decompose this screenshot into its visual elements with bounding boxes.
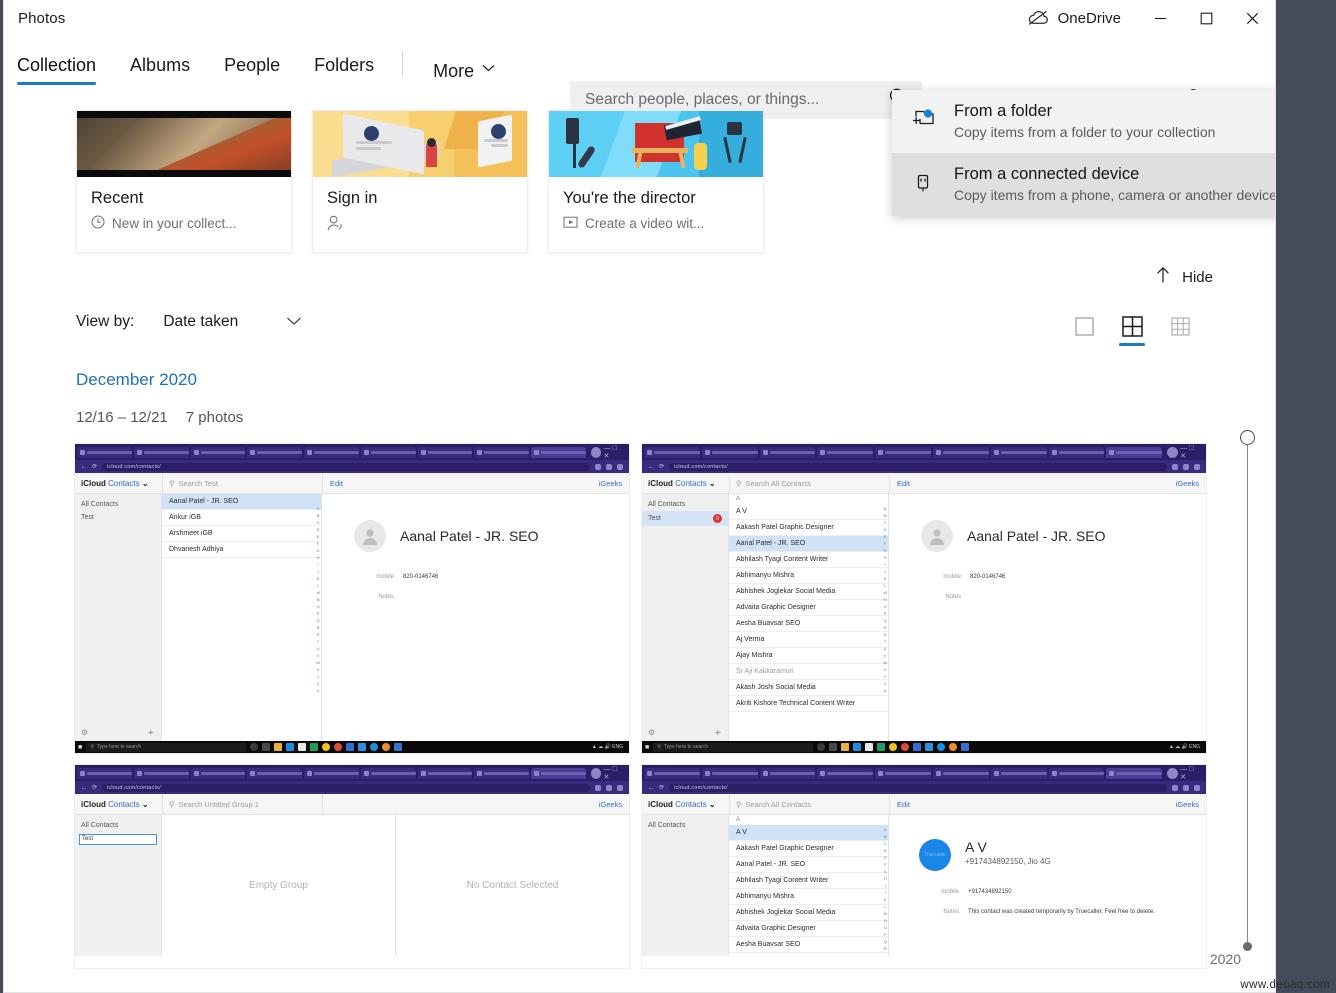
group-title[interactable]: December 2020: [76, 370, 197, 390]
timeline-year-dot[interactable]: [1243, 942, 1252, 951]
card-director-subtitle: Create a video wit...: [585, 216, 704, 231]
command-bar: Collection Albums People Folders More Se…: [4, 36, 1275, 90]
card-sign-in-image: [313, 111, 527, 177]
onedrive-label: OneDrive: [1058, 10, 1121, 27]
browser-address-bar[interactable]: ←⟳ icloud.com/contacts/: [75, 460, 629, 473]
card-recent-title: Recent: [91, 189, 277, 208]
photo-grid: — □ ✕ ←⟳ icloud.com/contacts/ iCloud Con…: [74, 443, 1207, 969]
hide-label: Hide: [1182, 269, 1213, 286]
card-recent-subtitle: New in your collect...: [112, 216, 237, 231]
photos-app-window: Photos OneDrive: [3, 0, 1276, 993]
menu-item-title: From a connected device: [954, 164, 1276, 185]
usb-device-icon: [911, 170, 937, 196]
photo-thumbnail-3[interactable]: — □ ✕ ←⟳ icloud.com/contacts/ iCloud Con…: [74, 764, 630, 969]
photo-thumbnail-1[interactable]: — □ ✕ ←⟳ icloud.com/contacts/ iCloud Con…: [74, 443, 630, 754]
menu-item-from-connected-device[interactable]: From a connected device Copy items from …: [892, 153, 1276, 216]
chevron-down-icon: [482, 56, 495, 77]
group-name-input[interactable]: Test: [79, 834, 157, 845]
view-by-control[interactable]: View by: Date taken: [76, 313, 302, 331]
view-mode-switcher: [1069, 310, 1195, 342]
group-photo-count: 7 photos: [186, 409, 244, 426]
menu-item-title: From a folder: [954, 101, 1215, 122]
timeline-scrollbar[interactable]: [1237, 430, 1259, 962]
menu-item-subtitle: Copy items from a phone, camera or anoth…: [954, 187, 1276, 205]
more-menu-button[interactable]: More: [433, 48, 495, 82]
chevron-down-icon[interactable]: [286, 313, 302, 331]
view-by-label: View by:: [76, 313, 134, 331]
app-title: Photos: [18, 10, 65, 27]
view-by-value: Date taken: [163, 313, 238, 331]
url-text: icloud.com/contacts/: [102, 463, 590, 471]
browser-address-bar[interactable]: ←⟳ icloud.com/contacts/: [642, 460, 1206, 473]
browser-tab-strip: — □ ✕: [75, 444, 629, 460]
view-mode-small[interactable]: [1165, 310, 1195, 342]
photo-thumbnail-4[interactable]: — □ ✕ ←⟳ icloud.com/contacts/ iCloud Con…: [641, 764, 1207, 969]
arrow-up-icon: [1155, 266, 1171, 288]
group-date-range: 12/16 – 12/21: [76, 409, 168, 426]
maximize-button[interactable]: [1183, 0, 1229, 36]
watermark: www.deuaq.com: [1240, 979, 1330, 991]
more-label: More: [433, 61, 474, 82]
url-text: icloud.com/contacts/: [669, 784, 1167, 792]
onedrive-offline-icon: [1027, 10, 1049, 26]
timeline-year-label: 2020: [1210, 951, 1241, 967]
import-dropdown-menu: From a folder Copy items from a folder t…: [892, 90, 1276, 216]
close-button[interactable]: [1229, 0, 1275, 36]
card-director-image: [549, 111, 763, 177]
url-text: icloud.com/contacts/: [102, 784, 590, 792]
group-meta: 12/16 – 12/21 7 photos: [76, 409, 243, 426]
folder-add-icon: [911, 107, 937, 133]
hide-button[interactable]: Hide: [1155, 266, 1213, 288]
add-person-icon: [327, 215, 346, 235]
browser-tab-strip: — □ ✕: [642, 765, 1206, 781]
tab-folders[interactable]: Folders: [314, 48, 374, 82]
timeline-track: [1247, 444, 1248, 944]
menu-item-subtitle: Copy items from a folder to your collect…: [954, 124, 1215, 142]
minimize-button[interactable]: [1137, 0, 1183, 36]
browser-tab-strip: — □ ✕: [642, 444, 1206, 460]
card-director[interactable]: You're the director Create a video wit..…: [548, 110, 764, 253]
tab-albums[interactable]: Albums: [130, 48, 190, 82]
tab-collection[interactable]: Collection: [17, 48, 96, 82]
tab-people[interactable]: People: [224, 48, 280, 82]
windows-taskbar: ■ ⚲ Type here to search ▲ ☁ 🔊 ENG: [75, 741, 629, 753]
card-sign-in-title: Sign in: [327, 189, 513, 208]
card-director-title: You're the director: [563, 189, 749, 208]
view-mode-medium[interactable]: [1117, 310, 1147, 342]
browser-address-bar[interactable]: ←⟳ icloud.com/contacts/: [75, 781, 629, 794]
timeline-handle[interactable]: [1240, 430, 1255, 445]
nav-divider: [402, 50, 403, 76]
suggestion-cards: Recent New in your collect...: [76, 110, 764, 253]
video-icon: [563, 215, 578, 232]
search-placeholder: Search people, places, or things...: [585, 91, 888, 109]
title-bar: Photos OneDrive: [4, 0, 1275, 36]
card-recent-image: [77, 111, 291, 177]
clock-icon: [91, 215, 105, 232]
browser-tab-strip: — □ ✕: [75, 765, 629, 781]
photo-thumbnail-2[interactable]: — □ ✕ ←⟳ icloud.com/contacts/ iCloud Con…: [641, 443, 1207, 754]
view-mode-large[interactable]: [1069, 310, 1099, 342]
card-sign-in[interactable]: Sign in: [312, 110, 528, 253]
nav-tabs: Collection Albums People Folders More: [4, 36, 495, 90]
windows-taskbar: ■ ⚲ Type here to search ▲ ☁ 🔊 ENG: [642, 741, 1206, 753]
card-recent[interactable]: Recent New in your collect...: [76, 110, 292, 253]
onedrive-status-button[interactable]: OneDrive: [1021, 0, 1137, 36]
browser-address-bar[interactable]: ←⟳ icloud.com/contacts/: [642, 781, 1206, 794]
menu-item-from-folder[interactable]: From a folder Copy items from a folder t…: [892, 90, 1276, 153]
url-text: icloud.com/contacts/: [669, 463, 1167, 471]
